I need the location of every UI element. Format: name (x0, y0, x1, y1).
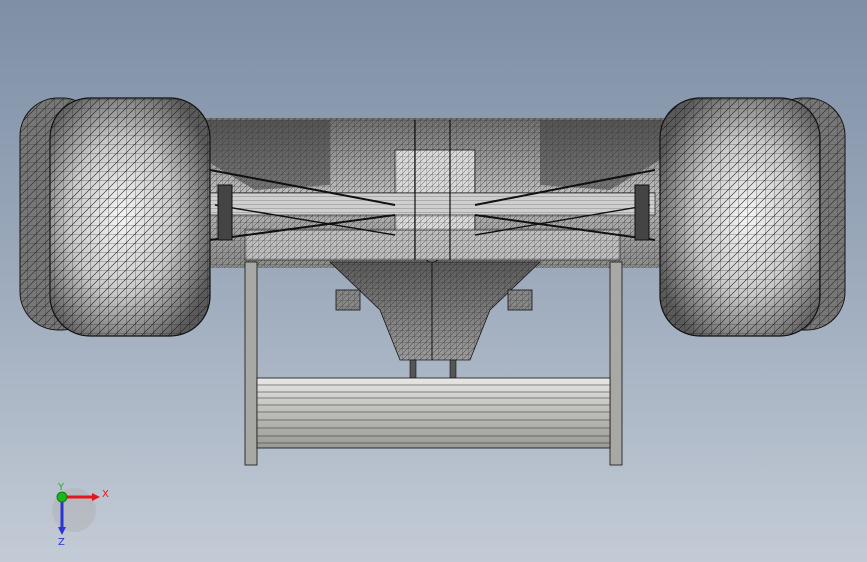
cad-viewport[interactable]: X Y Z (0, 0, 867, 562)
x-axis-label: X (102, 489, 109, 500)
z-axis-label: Z (58, 537, 65, 548)
rear-right-tyre[interactable] (659, 97, 846, 337)
race-car-wireframe-model[interactable]: X Y Z (0, 0, 867, 562)
rear-diffuser[interactable] (329, 261, 541, 379)
z-axis-arrowhead (58, 527, 66, 535)
x-axis-arrowhead (92, 493, 100, 501)
rear-left-tyre[interactable] (19, 97, 211, 337)
y-axis-dot (56, 491, 68, 503)
rear-bodywork[interactable] (200, 118, 665, 268)
y-axis-label: Y (57, 482, 65, 493)
coordinate-triad[interactable]: X Y Z (52, 482, 109, 548)
